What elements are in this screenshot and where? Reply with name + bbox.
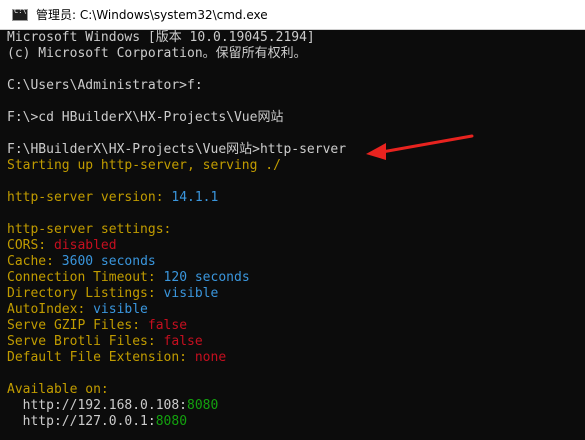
console-text: 3600 seconds [61, 254, 156, 269]
console-line: Microsoft Windows [版本 10.0.19045.2194] [7, 30, 585, 46]
red-arrow-annotation [366, 134, 474, 160]
console-text: disabled [53, 238, 117, 253]
console-line: (c) Microsoft Corporation。保留所有权利。 [7, 46, 585, 62]
console-text: Microsoft Windows [版本 10.0.19045.2194] [7, 30, 315, 45]
console-line: http://192.168.0.108:8080 [7, 398, 585, 414]
console-text: (c) Microsoft Corporation。保留所有权利。 [7, 46, 307, 61]
console-text: visible [163, 286, 219, 301]
console-text: Cache: [7, 254, 62, 269]
console-text: Serve Brotli Files: [7, 334, 164, 349]
console-text: Default File Extension: [7, 350, 195, 365]
console-text: false [163, 334, 203, 349]
console-text: C:\Users\Administrator>f: [7, 78, 203, 93]
console-text: visible [93, 302, 148, 317]
cmd-window: 管理员: C:\Windows\system32\cmd.exe Microso… [0, 0, 585, 440]
console-line: Available on: [7, 382, 585, 398]
console-text: Starting up http-server, serving ./ [7, 158, 281, 173]
console-text: http://127.0.0.1: [7, 414, 156, 429]
window-title: 管理员: C:\Windows\system32\cmd.exe [36, 8, 268, 22]
console-text: 120 seconds [163, 270, 250, 285]
console-line: Default File Extension: none [7, 350, 585, 366]
console-line: Directory Listings: visible [7, 286, 585, 302]
console-text: AutoIndex: [7, 302, 94, 317]
console-text: none [194, 350, 227, 365]
console-text: http://192.168.0.108: [7, 398, 188, 413]
arrow-shaft [380, 134, 474, 154]
console-line: http-server version: 14.1.1 [7, 190, 585, 206]
console-text: 8080 [155, 414, 188, 429]
console-line: Cache: 3600 seconds [7, 254, 585, 270]
console-text: CORS: [7, 238, 54, 253]
console-line: Serve Brotli Files: false [7, 334, 585, 350]
console-line: http-server settings: [7, 222, 585, 238]
console-line: Serve GZIP Files: false [7, 318, 585, 334]
console-line: F:\>cd HBuilderX\HX-Projects\Vue网站 [7, 110, 585, 126]
console-text: F:\HBuilderX\HX-Projects\Vue网站>http-serv… [7, 142, 347, 157]
console-line: C:\Users\Administrator>f: [7, 78, 585, 94]
console-text: http-server version: [7, 190, 172, 205]
console-text: false [147, 318, 188, 333]
console-text: http-server settings: [7, 222, 172, 237]
console-text: Serve GZIP Files: [7, 318, 148, 333]
console-text: 8080 [187, 398, 219, 413]
arrow-head [366, 143, 386, 160]
console-text: 14.1.1 [171, 190, 219, 205]
console-line: AutoIndex: visible [7, 302, 585, 318]
cmd-icon [12, 7, 28, 21]
console-text: Directory Listings: [7, 286, 164, 301]
console-line: http://127.0.0.1:8080 [7, 414, 585, 430]
console-text: Connection Timeout: [7, 270, 164, 285]
title-bar[interactable]: 管理员: C:\Windows\system32\cmd.exe [0, 0, 585, 30]
console-text: Available on: [7, 382, 109, 397]
console-line: Starting up http-server, serving ./ [7, 158, 585, 174]
console-output[interactable]: Microsoft Windows [版本 10.0.19045.2194] (c… [0, 30, 585, 440]
console-line: Connection Timeout: 120 seconds [7, 270, 585, 286]
console-line: CORS: disabled [7, 238, 585, 254]
console-text: F:\>cd HBuilderX\HX-Projects\Vue网站 [7, 110, 284, 125]
console-line: F:\HBuilderX\HX-Projects\Vue网站>http-serv… [7, 142, 585, 158]
